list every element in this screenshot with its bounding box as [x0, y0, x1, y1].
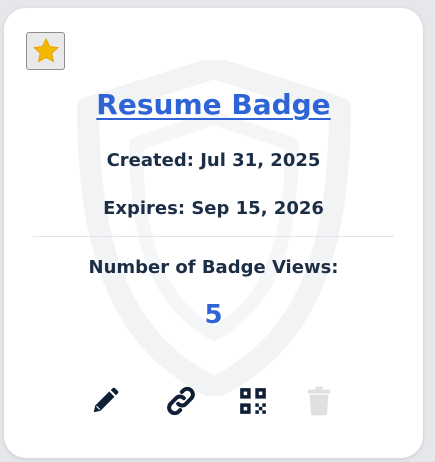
delete-button[interactable]	[301, 383, 337, 419]
trash-icon	[307, 386, 331, 416]
views-label: Number of Badge Views:	[88, 257, 339, 278]
badge-card: Resume Badge Created: Jul 31, 2025 Expir…	[4, 8, 423, 458]
link-icon	[167, 386, 195, 416]
qr-code-icon	[240, 388, 266, 414]
created-date: Created: Jul 31, 2025	[106, 150, 321, 171]
action-bar	[4, 383, 423, 423]
favorite-button[interactable]	[26, 32, 65, 70]
divider	[33, 236, 394, 237]
edit-button[interactable]	[87, 383, 123, 419]
badge-title-link[interactable]: Resume Badge	[4, 88, 423, 121]
views-count: 5	[204, 300, 223, 330]
star-icon	[33, 38, 58, 63]
qr-code-button[interactable]	[235, 383, 271, 419]
expiry-date: Expires: Sep 15, 2026	[103, 198, 324, 219]
copy-link-button[interactable]	[163, 383, 199, 419]
pencil-icon	[93, 387, 119, 413]
